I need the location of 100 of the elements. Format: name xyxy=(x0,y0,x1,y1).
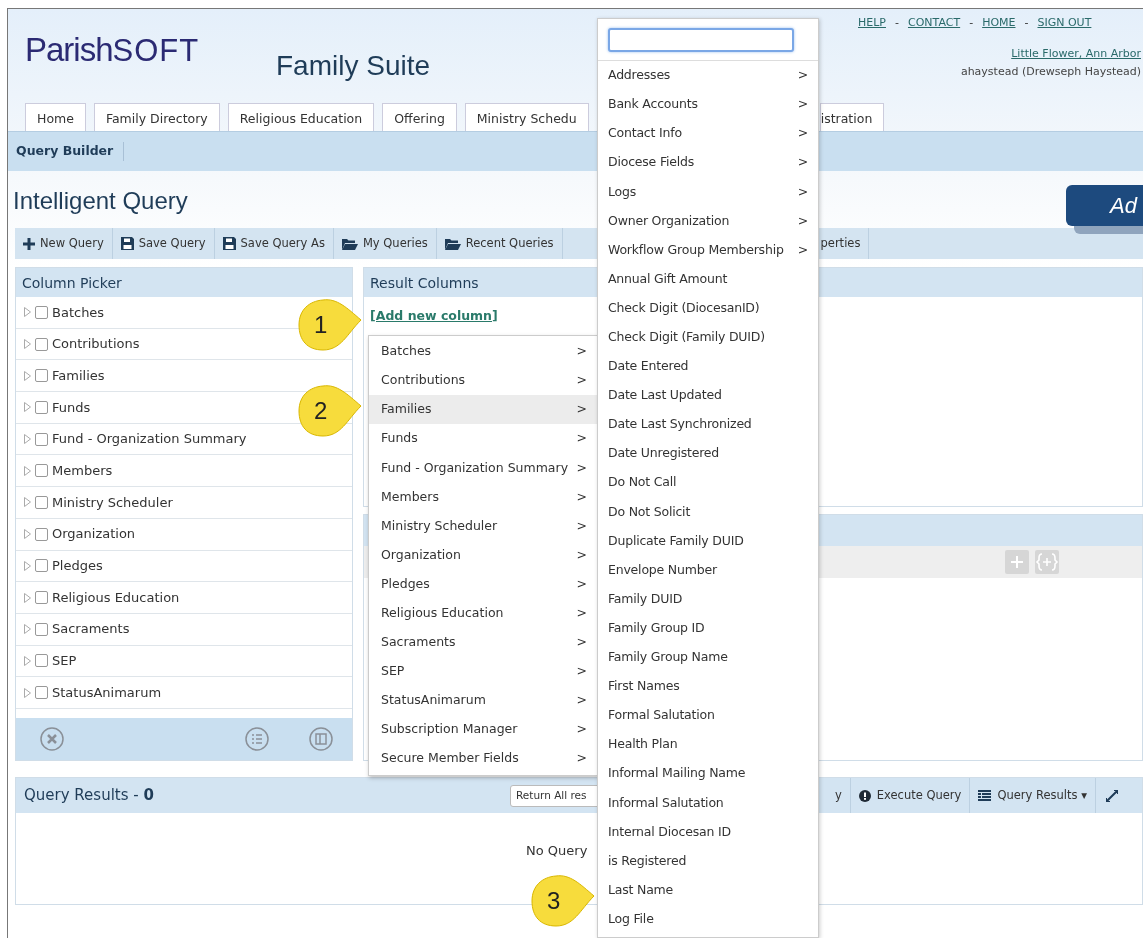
checkbox[interactable] xyxy=(35,495,48,509)
menu-item[interactable]: Subscription Manager > xyxy=(369,715,597,745)
menu-item[interactable]: Date Unregistered xyxy=(598,439,818,469)
expand-triangle-icon[interactable] xyxy=(24,465,31,476)
tree-item-label[interactable]: Contributions xyxy=(52,334,140,354)
tree-item-label[interactable]: Batches xyxy=(52,302,105,323)
tree-item-label[interactable]: SEP xyxy=(52,651,77,671)
columns-circle-icon[interactable] xyxy=(309,727,333,751)
add-column-link[interactable]: [Add new column] xyxy=(370,307,498,326)
tree-item-label[interactable]: Pledges xyxy=(52,556,103,576)
menu-item[interactable]: StatusAnimarum > xyxy=(369,686,597,716)
header-link[interactable]: HELP xyxy=(858,15,886,32)
list-circle-icon[interactable] xyxy=(245,727,269,751)
menu-item[interactable]: Diocese Fields > xyxy=(598,148,818,178)
menu-item[interactable]: Last Name xyxy=(598,875,818,905)
menu-item[interactable]: Ministry Scheduler > xyxy=(369,511,597,541)
add-icon[interactable] xyxy=(1005,550,1029,574)
menu-item[interactable]: Funds > xyxy=(369,424,597,454)
menu-item[interactable]: Formal Salutation xyxy=(598,701,818,731)
checkbox[interactable] xyxy=(35,686,48,700)
checkbox[interactable] xyxy=(35,591,48,605)
nav-tab[interactable]: istration xyxy=(819,103,885,131)
menu-item[interactable]: Family DUID xyxy=(598,584,818,614)
tree-item-label[interactable]: Ministry Scheduler xyxy=(52,492,173,513)
menu-item[interactable]: Family Group ID xyxy=(598,613,818,643)
tree-item-label[interactable]: Families xyxy=(52,365,105,386)
expand-triangle-icon[interactable] xyxy=(24,560,31,571)
toolbar-button[interactable]: y xyxy=(827,778,851,813)
tree-item-label[interactable]: Members xyxy=(52,461,113,481)
tree-item-label[interactable]: StatusAnimarum xyxy=(52,682,162,703)
header-link[interactable]: HOME xyxy=(982,15,1016,32)
expand-triangle-icon[interactable] xyxy=(24,370,31,381)
menu-item[interactable]: Annual Gift Amount xyxy=(598,264,818,294)
nav-tab[interactable]: Home xyxy=(25,103,86,131)
menu-item[interactable]: is Registered xyxy=(598,846,818,876)
menu-item[interactable]: Organization > xyxy=(369,540,597,570)
expand-triangle-icon[interactable] xyxy=(24,434,31,445)
checkbox[interactable] xyxy=(35,400,48,414)
menu-item[interactable]: Internal Diocesan ID xyxy=(598,817,818,847)
menu-item[interactable]: Fund - Organization Summary > xyxy=(369,453,597,483)
toolbar-button[interactable]: Recent Queries xyxy=(436,228,563,259)
menu-item[interactable]: SEP > xyxy=(369,657,597,687)
checkbox[interactable] xyxy=(35,432,48,446)
tree-item-label[interactable]: Sacraments xyxy=(52,619,130,639)
checkbox[interactable] xyxy=(35,622,48,636)
expand-triangle-icon[interactable] xyxy=(24,655,31,666)
clear-icon[interactable] xyxy=(40,727,64,751)
header-link[interactable]: CONTACT xyxy=(907,15,961,32)
expand-triangle-icon[interactable] xyxy=(24,592,31,603)
checkbox[interactable] xyxy=(35,527,48,541)
menu-item[interactable]: Pledges > xyxy=(369,569,597,599)
toolbar-button[interactable]: Execute Query xyxy=(850,778,971,813)
tree-item-label[interactable]: Religious Education xyxy=(52,587,180,608)
expand-triangle-icon[interactable] xyxy=(24,339,31,350)
menu-item[interactable]: Informal Salutation xyxy=(598,788,818,818)
menu-item[interactable]: First Names xyxy=(598,671,818,702)
expand-triangle-icon[interactable] xyxy=(24,307,31,318)
menu-item[interactable]: Sacraments > xyxy=(369,627,597,658)
header-link[interactable]: SIGN OUT xyxy=(1037,15,1092,32)
menu-item[interactable]: Health Plan xyxy=(598,730,818,760)
menu-item[interactable]: Do Not Call xyxy=(598,468,818,498)
expand-triangle-icon[interactable] xyxy=(24,624,31,635)
tree-item-label[interactable]: Organization xyxy=(52,524,136,544)
menu-item[interactable]: Secure Member Fields > xyxy=(369,744,597,774)
menu-item[interactable]: Families > xyxy=(369,395,597,425)
toolbar-button[interactable]: My Queries xyxy=(333,228,437,259)
nav-tab[interactable]: Family Directory xyxy=(93,103,220,131)
menu-item[interactable]: Contributions > xyxy=(369,366,597,396)
menu-item[interactable]: Date Last Updated xyxy=(598,381,818,411)
tree-item-label[interactable]: Fund - Organization Summary xyxy=(52,429,247,449)
nav-tab[interactable]: Ministry Schedu xyxy=(464,103,589,131)
subnav-tab[interactable]: Query Builder xyxy=(8,142,125,161)
menu-item[interactable]: Contact Info > xyxy=(598,119,818,149)
menu-item[interactable]: Religious Education > xyxy=(369,598,597,628)
menu-item[interactable]: Batches > xyxy=(369,337,597,367)
toolbar-button[interactable]: New Query xyxy=(15,228,113,259)
toolbar-button[interactable]: Query Results ▾ xyxy=(970,778,1096,813)
checkbox[interactable] xyxy=(35,654,48,668)
menu-item[interactable]: Envelope Number xyxy=(598,555,818,585)
toolbar-button[interactable]: Save Query xyxy=(112,228,215,259)
menu-item[interactable]: Log File xyxy=(598,904,818,934)
expand-triangle-icon[interactable] xyxy=(24,529,31,540)
menu-item[interactable]: Workflow Group Membership > xyxy=(598,235,818,265)
tree-item-label[interactable]: Funds xyxy=(52,397,91,418)
menu-item[interactable]: Do Not Solicit xyxy=(598,497,818,527)
add-group-icon[interactable] xyxy=(1035,550,1059,574)
menu-item[interactable]: Logs > xyxy=(598,177,818,207)
menu-item[interactable]: Addresses > xyxy=(598,61,818,91)
checkbox[interactable] xyxy=(35,559,48,573)
search-field[interactable] xyxy=(608,27,794,52)
parish-link[interactable]: Little Flower, Ann Arbor xyxy=(1011,46,1141,63)
expand-triangle-icon[interactable] xyxy=(24,497,31,508)
checkbox[interactable] xyxy=(35,337,48,351)
expand-triangle-icon[interactable] xyxy=(24,402,31,413)
expand-icon[interactable] xyxy=(1105,789,1118,802)
checkbox[interactable] xyxy=(35,305,48,319)
menu-item[interactable]: Date Last Synchronized xyxy=(598,410,818,440)
menu-item[interactable]: Date Entered xyxy=(598,351,818,382)
menu-item[interactable]: Members > xyxy=(369,482,597,512)
menu-item[interactable]: Informal Mailing Name xyxy=(598,759,818,789)
